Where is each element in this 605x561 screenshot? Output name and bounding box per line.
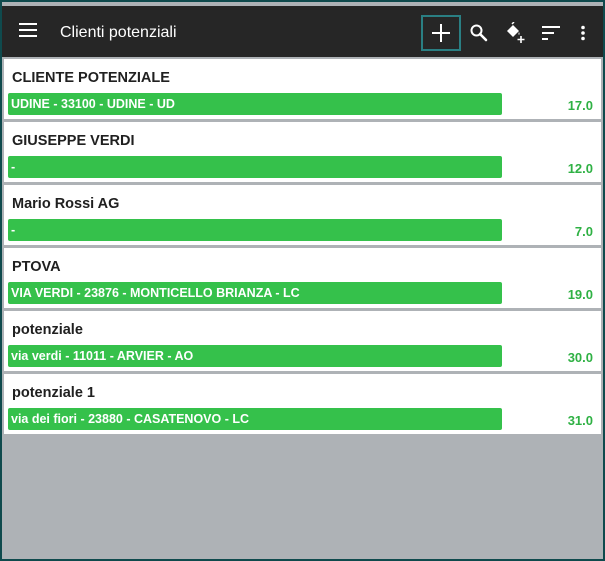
client-value: 30.0 <box>567 350 593 365</box>
client-card[interactable]: potenziale via verdi - 11011 - ARVIER - … <box>4 311 601 371</box>
client-address: UDINE - 33100 - UDINE - UD <box>8 93 502 115</box>
more-options-button[interactable] <box>568 16 598 50</box>
client-value: 7.0 <box>574 224 593 239</box>
more-vertical-icon <box>581 25 585 41</box>
client-name: CLIENTE POTENZIALE <box>12 70 170 86</box>
client-name: PTOVA <box>12 259 61 275</box>
client-value: 12.0 <box>567 161 593 176</box>
client-card[interactable]: PTOVA VIA VERDI - 23876 - MONTICELLO BRI… <box>4 248 601 308</box>
client-address: VIA VERDI - 23876 - MONTICELLO BRIANZA -… <box>8 282 502 304</box>
client-value: 17.0 <box>567 98 593 113</box>
add-icon <box>432 24 450 42</box>
paint-bucket-add-icon <box>507 22 525 43</box>
client-list: CLIENTE POTENZIALE UDINE - 33100 - UDINE… <box>4 59 601 437</box>
search-button[interactable] <box>460 16 498 50</box>
client-name: GIUSEPPE VERDI <box>12 133 135 149</box>
client-address: via verdi - 11011 - ARVIER - AO <box>8 345 502 367</box>
client-card[interactable]: GIUSEPPE VERDI - 12.0 <box>4 122 601 182</box>
sort-icon <box>542 26 560 40</box>
search-icon <box>470 24 488 42</box>
client-address: - <box>8 156 502 178</box>
paint-add-button[interactable] <box>496 16 534 50</box>
sort-button[interactable] <box>532 16 570 50</box>
page-title: Clienti potenziali <box>60 24 177 41</box>
hamburger-menu-icon[interactable] <box>19 23 37 39</box>
toolbar: Clienti potenziali <box>2 6 603 57</box>
client-address: - <box>8 219 502 241</box>
add-button[interactable] <box>421 15 461 51</box>
app-frame: Clienti potenziali CLIENTE POTENZIALE UD… <box>0 0 605 561</box>
client-card[interactable]: Mario Rossi AG - 7.0 <box>4 185 601 245</box>
client-card[interactable]: CLIENTE POTENZIALE UDINE - 33100 - UDINE… <box>4 59 601 119</box>
client-value: 19.0 <box>567 287 593 302</box>
client-name: potenziale 1 <box>12 385 95 401</box>
client-name: Mario Rossi AG <box>12 196 120 212</box>
client-value: 31.0 <box>567 413 593 428</box>
client-address: via dei fiori - 23880 - CASATENOVO - LC <box>8 408 502 430</box>
client-card[interactable]: potenziale 1 via dei fiori - 23880 - CAS… <box>4 374 601 434</box>
client-name: potenziale <box>12 322 83 338</box>
